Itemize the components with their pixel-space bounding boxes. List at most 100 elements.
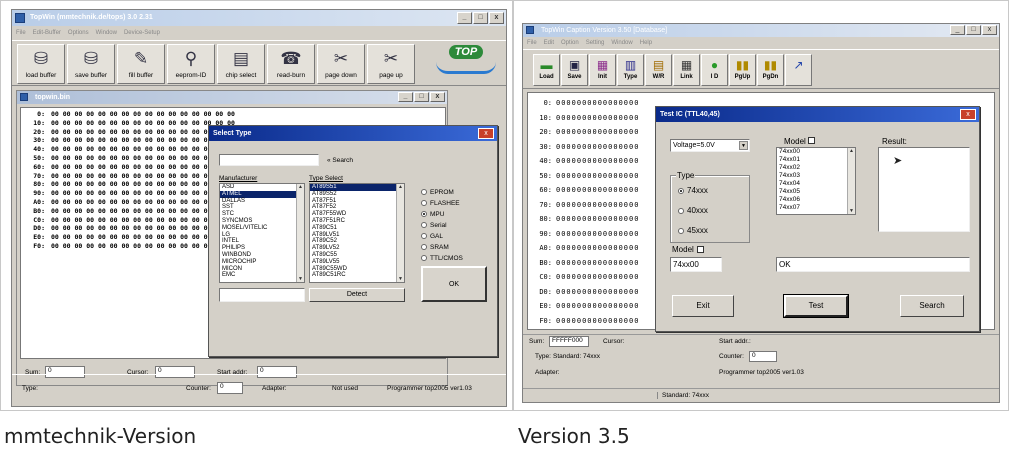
manufacturer-scrollbar[interactable]: ▲ ▼ [296, 184, 304, 282]
menu-window[interactable]: Window [96, 30, 117, 36]
voltage-select[interactable]: Voltage=5.0V ▼ [670, 139, 750, 152]
type-button[interactable]: ▥ Type [617, 54, 644, 86]
type-list-item[interactable]: AT87F55WD [310, 211, 404, 218]
type-list-item[interactable]: AT89C51 [310, 225, 404, 232]
fill-buffer-button[interactable]: ✎ fill buffer [117, 44, 165, 84]
model-list-item[interactable]: 74xx05 [777, 188, 855, 196]
type-list-item[interactable]: AT89S52 [310, 191, 404, 198]
manufacturer-list-item[interactable]: DALLAS [220, 198, 304, 205]
menu-device-setup[interactable]: Device-Setup [124, 30, 160, 36]
manufacturer-list-item[interactable]: WINBOND [220, 252, 304, 259]
category-radio[interactable]: MPU [421, 211, 444, 218]
search-button[interactable]: Search [900, 295, 964, 317]
manufacturer-list-item[interactable]: MICON [220, 266, 304, 273]
type-list-item[interactable]: AT87F52 [310, 204, 404, 211]
category-radio[interactable]: FLASHEE [421, 200, 460, 207]
model-list-item[interactable]: 74xx02 [777, 164, 855, 172]
minimize-button[interactable]: _ [457, 12, 472, 24]
manufacturer-list-item[interactable]: SYNCMOS [220, 218, 304, 225]
close-button[interactable]: x [982, 25, 997, 35]
type-list-item[interactable]: AT89C52 [310, 238, 404, 245]
model-scrollbar[interactable]: ▲ ▼ [847, 148, 855, 214]
exit-button[interactable]: Exit [672, 295, 734, 317]
id-button[interactable]: ● I D [701, 54, 728, 86]
search-label[interactable]: « Search [327, 157, 353, 164]
manufacturer-list-item[interactable]: EMC [220, 272, 304, 279]
type-radio-40xxx[interactable]: 40xxx [678, 206, 708, 215]
type-list-item[interactable]: AT89LV55 [310, 259, 404, 266]
menu-help[interactable]: Help [640, 40, 652, 46]
model-list-item[interactable]: 74xx06 [777, 196, 855, 204]
manufacturer-list-item[interactable]: STC [220, 211, 304, 218]
model-list-item[interactable]: 74xx04 [777, 180, 855, 188]
page-down-button[interactable]: ✂ page down [317, 44, 365, 84]
write-read-button[interactable]: ▤ W/R [645, 54, 672, 86]
category-radio[interactable]: Serial [421, 222, 447, 229]
type-list-item[interactable]: AT89LV52 [310, 245, 404, 252]
type-scrollbar[interactable]: ▲ ▼ [396, 184, 404, 282]
page-up-button[interactable]: ▮▮ PgUp [729, 54, 756, 86]
ok-button[interactable]: OK [421, 266, 487, 302]
load-buffer-button[interactable]: ⛁ load buffer [17, 44, 65, 84]
category-radio[interactable]: TTL/CMOS [421, 255, 463, 262]
category-radio[interactable]: SRAM [421, 244, 449, 251]
manufacturer-list-item[interactable]: MICROCHIP [220, 259, 304, 266]
chip-select-button[interactable]: ▤ chip select [217, 44, 265, 84]
manufacturer-list-item[interactable]: INTEL [220, 238, 304, 245]
category-radio[interactable]: GAL [421, 233, 443, 240]
maximize-button[interactable]: □ [966, 25, 981, 35]
dialog-close-button[interactable]: x [960, 109, 976, 120]
menu-option[interactable]: Option [561, 40, 579, 46]
dialog-close-button[interactable]: x [478, 128, 494, 139]
manufacturer-list-item[interactable]: MOSEL/VITELIC [220, 225, 304, 232]
doc-minimize-button[interactable]: _ [398, 92, 413, 102]
maximize-button[interactable]: □ [473, 12, 488, 24]
model-input[interactable]: 74xx00 [670, 257, 722, 272]
save-buffer-button[interactable]: ⛁ save buffer [67, 44, 115, 84]
minimize-button[interactable]: _ [950, 25, 965, 35]
manufacturer-list-item[interactable]: PHILIPS [220, 245, 304, 252]
type-list-item[interactable]: AT87F51 [310, 198, 404, 205]
model-list-item[interactable]: 74xx07 [777, 204, 855, 212]
menu-file[interactable]: File [527, 40, 537, 46]
model-list-item[interactable]: 74xx00 [777, 148, 855, 156]
test-button[interactable]: Test [783, 294, 849, 318]
menu-file[interactable]: File [16, 30, 26, 36]
type-list-item[interactable]: AT89C51RC [310, 272, 404, 279]
type-list-item[interactable]: AT89C55WD [310, 266, 404, 273]
init-button[interactable]: ▦ Init [589, 54, 616, 86]
detect-button[interactable]: Detect [309, 288, 405, 302]
manufacturer-list-item[interactable]: ATMEL [220, 190, 304, 198]
menu-setting[interactable]: Setting [586, 40, 605, 46]
type-list[interactable]: AT89S51 AT89S52 AT87F51 AT87F52 AT87F55WD AT8… [309, 183, 405, 283]
type-list-item[interactable]: AT89LV51 [310, 232, 404, 239]
page-up-button[interactable]: ✂ page up [367, 44, 415, 84]
page-down-button[interactable]: ▮▮ PgDn [757, 54, 784, 86]
link-button[interactable]: ▦ Link [673, 54, 700, 86]
category-radio[interactable]: EPROM [421, 189, 454, 196]
menu-edit-buffer[interactable]: Edit-Buffer [33, 30, 61, 36]
menu-window[interactable]: Window [611, 40, 632, 46]
model-list-item[interactable]: 74xx03 [777, 172, 855, 180]
type-search-input[interactable] [219, 154, 319, 166]
type-radio-45xxx[interactable]: 45xxx [678, 226, 708, 235]
doc-close-button[interactable]: x [430, 92, 445, 102]
menu-edit[interactable]: Edit [544, 40, 554, 46]
close-button[interactable]: x [489, 12, 504, 24]
read-burn-button[interactable]: ☎ read-burn [267, 44, 315, 84]
eeprom-id-button[interactable]: ⚲ eeprom-ID [167, 44, 215, 84]
load-button[interactable]: ▬ Load [533, 54, 560, 86]
type-list-item[interactable]: AT89C55 [310, 252, 404, 259]
type-list-item[interactable]: AT89S51 [310, 184, 404, 191]
menu-options[interactable]: Options [68, 30, 89, 36]
manufacturer-list-item[interactable]: LG [220, 232, 304, 239]
manufacturer-list-item[interactable]: SST [220, 204, 304, 211]
model-list[interactable]: 74xx00 74xx01 74xx02 74xx03 74xx04 74xx05 74xx… [776, 147, 856, 215]
type-radio-74xxx[interactable]: 74xxx [678, 186, 708, 195]
manufacturer-list[interactable]: ASD ATMEL DALLAS SST STC SYNCMOS MOSEL/VITELIC… [219, 183, 305, 283]
doc-maximize-button[interactable]: □ [414, 92, 429, 102]
manufacturer-list-item[interactable]: ASD [220, 184, 304, 191]
model-list-item[interactable]: 74xx01 [777, 156, 855, 164]
type-list-item[interactable]: AT87F51RC [310, 218, 404, 225]
save-button[interactable]: ▣ Save [561, 54, 588, 86]
